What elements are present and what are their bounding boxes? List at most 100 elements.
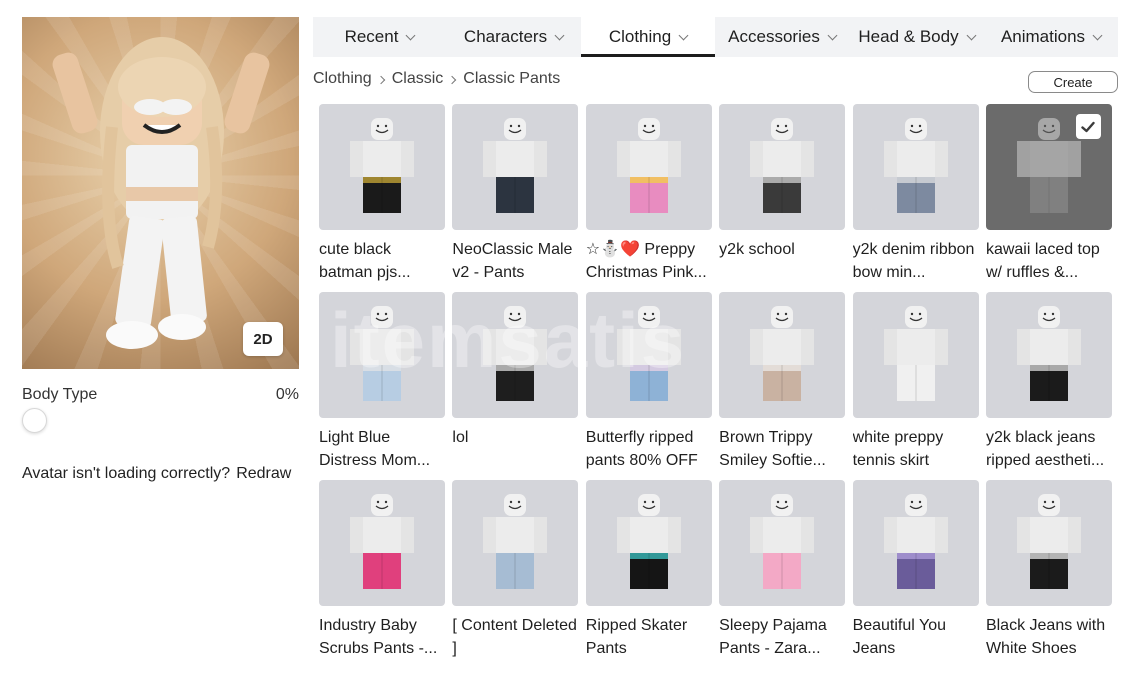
item-name[interactable]: Beautiful You Jeans — [853, 614, 979, 660]
view-2d-button[interactable]: 2D — [243, 322, 283, 356]
item-name[interactable]: Ripped Skater Pants — [586, 614, 712, 660]
body-type-row: Body Type 0% — [22, 386, 299, 404]
item-thumbnail[interactable] — [452, 480, 579, 606]
item-name[interactable]: y2k school — [719, 238, 845, 284]
tab-animations[interactable]: Animations — [984, 17, 1118, 57]
item-thumbnail[interactable] — [985, 292, 1112, 418]
item-thumbnail[interactable] — [585, 292, 712, 418]
item-thumbnail[interactable] — [985, 480, 1112, 606]
item-name[interactable]: cute black batman pjs... — [319, 238, 445, 284]
avatar-mannequin-icon — [616, 118, 681, 213]
item-thumbnail[interactable] — [585, 104, 712, 230]
tab-label: Animations — [1000, 27, 1086, 46]
item-name[interactable]: lol — [452, 426, 578, 472]
item-card[interactable]: y2k denim ribbon bow min... — [852, 104, 979, 292]
item-thumbnail[interactable] — [585, 480, 712, 606]
item-thumbnail[interactable] — [319, 292, 445, 418]
item-card[interactable]: lol — [452, 292, 579, 480]
body-type-label: Body Type — [22, 386, 98, 403]
item-name[interactable]: kawaii laced top w/ ruffles &... — [986, 238, 1112, 284]
item-card[interactable]: kawaii laced top w/ ruffles &... — [985, 104, 1112, 292]
chevron-down-icon — [678, 30, 689, 40]
chevron-down-icon — [966, 30, 977, 40]
avatar-mannequin-icon — [750, 118, 815, 213]
item-card[interactable]: white preppy tennis skirt — [852, 292, 979, 480]
tab-clothing[interactable]: Clothing — [581, 17, 715, 57]
item-card[interactable]: NeoClassic Male v2 - Pants — [452, 104, 579, 292]
checkmark-icon[interactable] — [1075, 114, 1101, 139]
item-thumbnail[interactable] — [319, 480, 445, 606]
avatar-figure — [52, 37, 270, 349]
breadcrumb-classic[interactable]: Classic — [392, 70, 444, 88]
avatar-mannequin-icon — [750, 494, 815, 589]
item-thumbnail[interactable] — [719, 292, 846, 418]
breadcrumb-clothing[interactable]: Clothing — [313, 70, 372, 88]
item-card[interactable]: Ripped Skater Pants — [585, 480, 712, 668]
item-name[interactable]: Industry Baby Scrubs Pants -... — [319, 614, 445, 660]
item-thumbnail[interactable] — [452, 292, 579, 418]
tab-label: Clothing — [608, 27, 672, 46]
tab-label: Recent — [344, 27, 399, 46]
redraw-link[interactable]: Redraw — [236, 465, 291, 483]
tab-label: Characters — [463, 27, 548, 46]
item-card[interactable]: y2k school — [719, 104, 846, 292]
chevron-right-icon — [448, 75, 457, 85]
breadcrumb-classic-pants: Classic Pants — [463, 70, 561, 87]
item-card[interactable]: Beautiful You Jeans — [852, 480, 979, 668]
item-name[interactable]: white preppy tennis skirt — [853, 426, 979, 472]
item-name[interactable]: Black Jeans with White Shoes — [986, 614, 1112, 660]
avatar-mannequin-icon — [750, 306, 815, 401]
avatar-mannequin-icon — [350, 118, 414, 213]
tab-characters[interactable]: Characters — [446, 17, 581, 57]
chevron-down-icon — [405, 30, 416, 40]
item-name[interactable]: Brown Trippy Smiley Softie... — [719, 426, 845, 472]
chevron-down-icon — [554, 30, 565, 40]
avatar-mannequin-icon — [1016, 306, 1081, 401]
item-card[interactable]: cute black batman pjs... — [319, 104, 445, 292]
item-card[interactable]: [ Content Deleted ] — [452, 480, 579, 668]
item-thumbnail[interactable] — [719, 480, 846, 606]
item-card[interactable]: Industry Baby Scrubs Pants -... — [319, 480, 445, 668]
item-name[interactable]: [ Content Deleted ] — [452, 614, 578, 660]
avatar-preview[interactable]: 2D — [22, 17, 299, 369]
item-name[interactable]: ☆⛄❤️ Preppy Christmas Pink... — [586, 238, 712, 284]
item-thumbnail[interactable] — [319, 104, 445, 230]
item-thumbnail[interactable] — [852, 480, 979, 606]
item-thumbnail[interactable] — [852, 104, 979, 230]
avatar-mannequin-icon — [616, 306, 681, 401]
body-type-slider[interactable] — [22, 408, 47, 433]
chevron-down-icon — [1092, 30, 1103, 40]
chevron-right-icon — [376, 75, 385, 85]
item-name[interactable]: y2k denim ribbon bow min... — [853, 238, 979, 284]
avatar-mannequin-icon — [1016, 494, 1081, 589]
item-thumbnail[interactable] — [985, 104, 1112, 230]
chevron-down-icon — [827, 30, 838, 40]
item-card[interactable]: Sleepy Pajama Pants - Zara... — [719, 480, 846, 668]
item-name[interactable]: y2k black jeans ripped aestheti... — [986, 426, 1112, 472]
item-name[interactable]: NeoClassic Male v2 - Pants — [452, 238, 578, 284]
avatar-mannequin-icon — [883, 306, 948, 401]
item-card[interactable]: y2k black jeans ripped aestheti... — [985, 292, 1112, 480]
item-thumbnail[interactable] — [452, 104, 579, 230]
item-grid: cute black batman pjs... NeoClassic Male … — [319, 104, 1119, 668]
item-thumbnail[interactable] — [852, 292, 979, 418]
tab-recent[interactable]: Recent — [313, 17, 446, 57]
item-card[interactable]: Light Blue Distress Mom... — [319, 292, 445, 480]
item-thumbnail[interactable] — [719, 104, 846, 230]
item-card[interactable]: Black Jeans with White Shoes — [985, 480, 1112, 668]
avatar-mannequin-icon — [483, 118, 548, 213]
create-button[interactable]: Create — [1028, 71, 1118, 93]
item-name[interactable]: Light Blue Distress Mom... — [319, 426, 445, 472]
tab-accessories[interactable]: Accessories — [715, 17, 849, 57]
item-card[interactable]: ☆⛄❤️ Preppy Christmas Pink... — [585, 104, 712, 292]
body-type-value: 0% — [275, 386, 299, 403]
item-name[interactable]: Sleepy Pajama Pants - Zara... — [719, 614, 845, 660]
avatar-mannequin-icon — [883, 118, 948, 213]
item-name[interactable]: Butterfly ripped pants 80% OFF — [586, 426, 712, 472]
avatar-mannequin-icon — [616, 494, 681, 589]
tab-head-body[interactable]: Head & Body — [849, 17, 984, 57]
avatar-mannequin-icon — [483, 494, 548, 589]
avatar-mannequin-icon — [483, 306, 548, 401]
item-card[interactable]: Butterfly ripped pants 80% OFF — [585, 292, 712, 480]
item-card[interactable]: Brown Trippy Smiley Softie... — [719, 292, 846, 480]
